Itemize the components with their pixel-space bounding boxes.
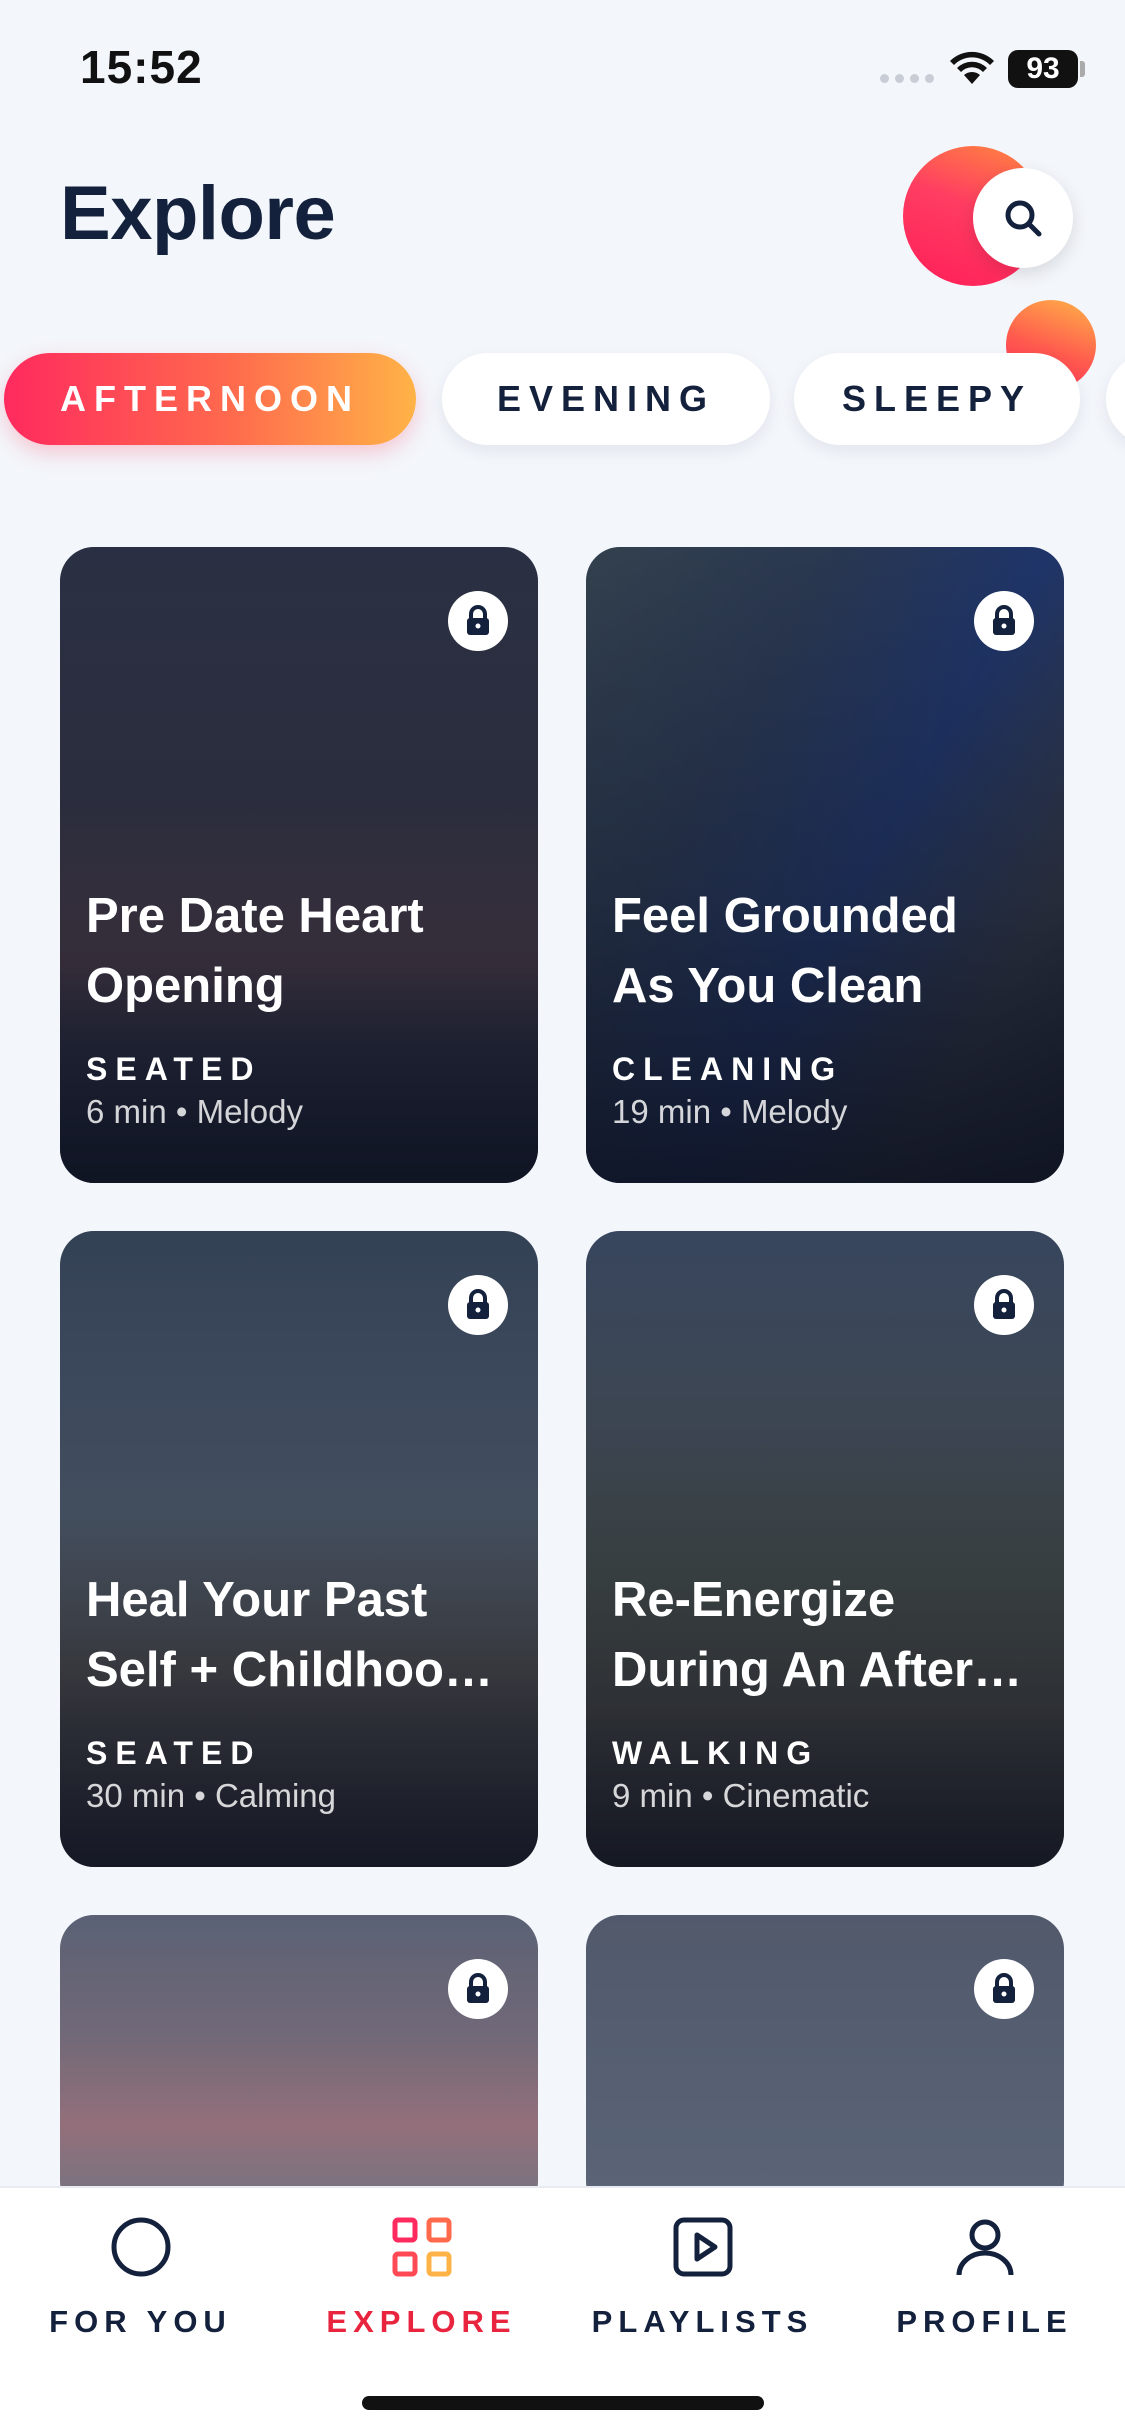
filter-chip-sleepy[interactable]: SLEEPY [794, 353, 1080, 445]
card-title: Re-Energize During An After… [612, 1573, 1023, 1697]
search-button[interactable] [973, 168, 1073, 268]
cellular-signal-icon [880, 74, 934, 83]
card-category: CLEANING [612, 1051, 844, 1087]
filter-chips: AFTERNOON EVENING SLEEPY [0, 353, 1125, 445]
battery-indicator: 93 [1008, 50, 1078, 88]
grid-icon [387, 2212, 457, 2282]
tab-for-you[interactable]: FOR YOU [0, 2212, 281, 2342]
card-title: Heal Your Past Self + Childhoo… [86, 1573, 493, 1697]
status-bar: 15:52 93 [0, 0, 1125, 140]
session-card[interactable]: Feel Grounded As You Clean CLEANING 19 m… [586, 547, 1064, 1183]
filter-chip-evening[interactable]: EVENING [442, 353, 770, 445]
tab-label: PLAYLISTS [591, 2304, 814, 2339]
tab-label: FOR YOU [49, 2304, 232, 2339]
card-title: Feel Grounded As You Clean [612, 889, 958, 1013]
search-icon [1005, 200, 1042, 237]
session-card[interactable]: Heal Your Past Self + Childhoo… SEATED 3… [60, 1231, 538, 1867]
circle-icon [106, 2212, 176, 2282]
lock-icon [448, 1275, 508, 1335]
card-category: SEATED [86, 1735, 262, 1771]
tab-explore[interactable]: EXPLORE [281, 2212, 562, 2342]
person-icon [950, 2212, 1020, 2282]
status-time: 15:52 [80, 41, 203, 93]
card-title: Pre Date Heart Opening [86, 889, 424, 1013]
card-meta: 6 min • Melody [86, 1093, 303, 1130]
lock-icon [448, 591, 508, 651]
card-meta: 9 min • Cinematic [612, 1777, 870, 1814]
session-card[interactable] [586, 1915, 1064, 2215]
filter-chip-afternoon[interactable]: AFTERNOON [4, 353, 416, 445]
card-category: WALKING [612, 1735, 820, 1771]
tab-label: PROFILE [896, 2304, 1073, 2339]
lock-icon [974, 591, 1034, 651]
explore-screen: 15:52 93 Explore AFTERNOON EVENING SLEEP… [0, 0, 1125, 2436]
tab-playlists[interactable]: PLAYLISTS [562, 2212, 843, 2342]
lock-icon [448, 1959, 508, 2019]
card-meta: 30 min • Calming [86, 1777, 336, 1814]
tab-profile[interactable]: PROFILE [844, 2212, 1125, 2342]
session-card[interactable] [60, 1915, 538, 2215]
card-category: SEATED [86, 1051, 262, 1087]
lock-icon [974, 1959, 1034, 2019]
lock-icon [974, 1275, 1034, 1335]
tab-label: EXPLORE [326, 2304, 517, 2339]
session-card[interactable]: Pre Date Heart Opening SEATED 6 min • Me… [60, 547, 538, 1183]
filter-chip-more[interactable] [1106, 353, 1125, 445]
session-card[interactable]: Re-Energize During An After… WALKING 9 m… [586, 1231, 1064, 1867]
card-meta: 19 min • Melody [612, 1093, 848, 1130]
battery-tip [1080, 61, 1085, 77]
page-title: Explore [60, 171, 336, 256]
home-indicator[interactable] [362, 2396, 764, 2410]
play-square-icon [668, 2212, 738, 2282]
wifi-icon [950, 51, 994, 84]
